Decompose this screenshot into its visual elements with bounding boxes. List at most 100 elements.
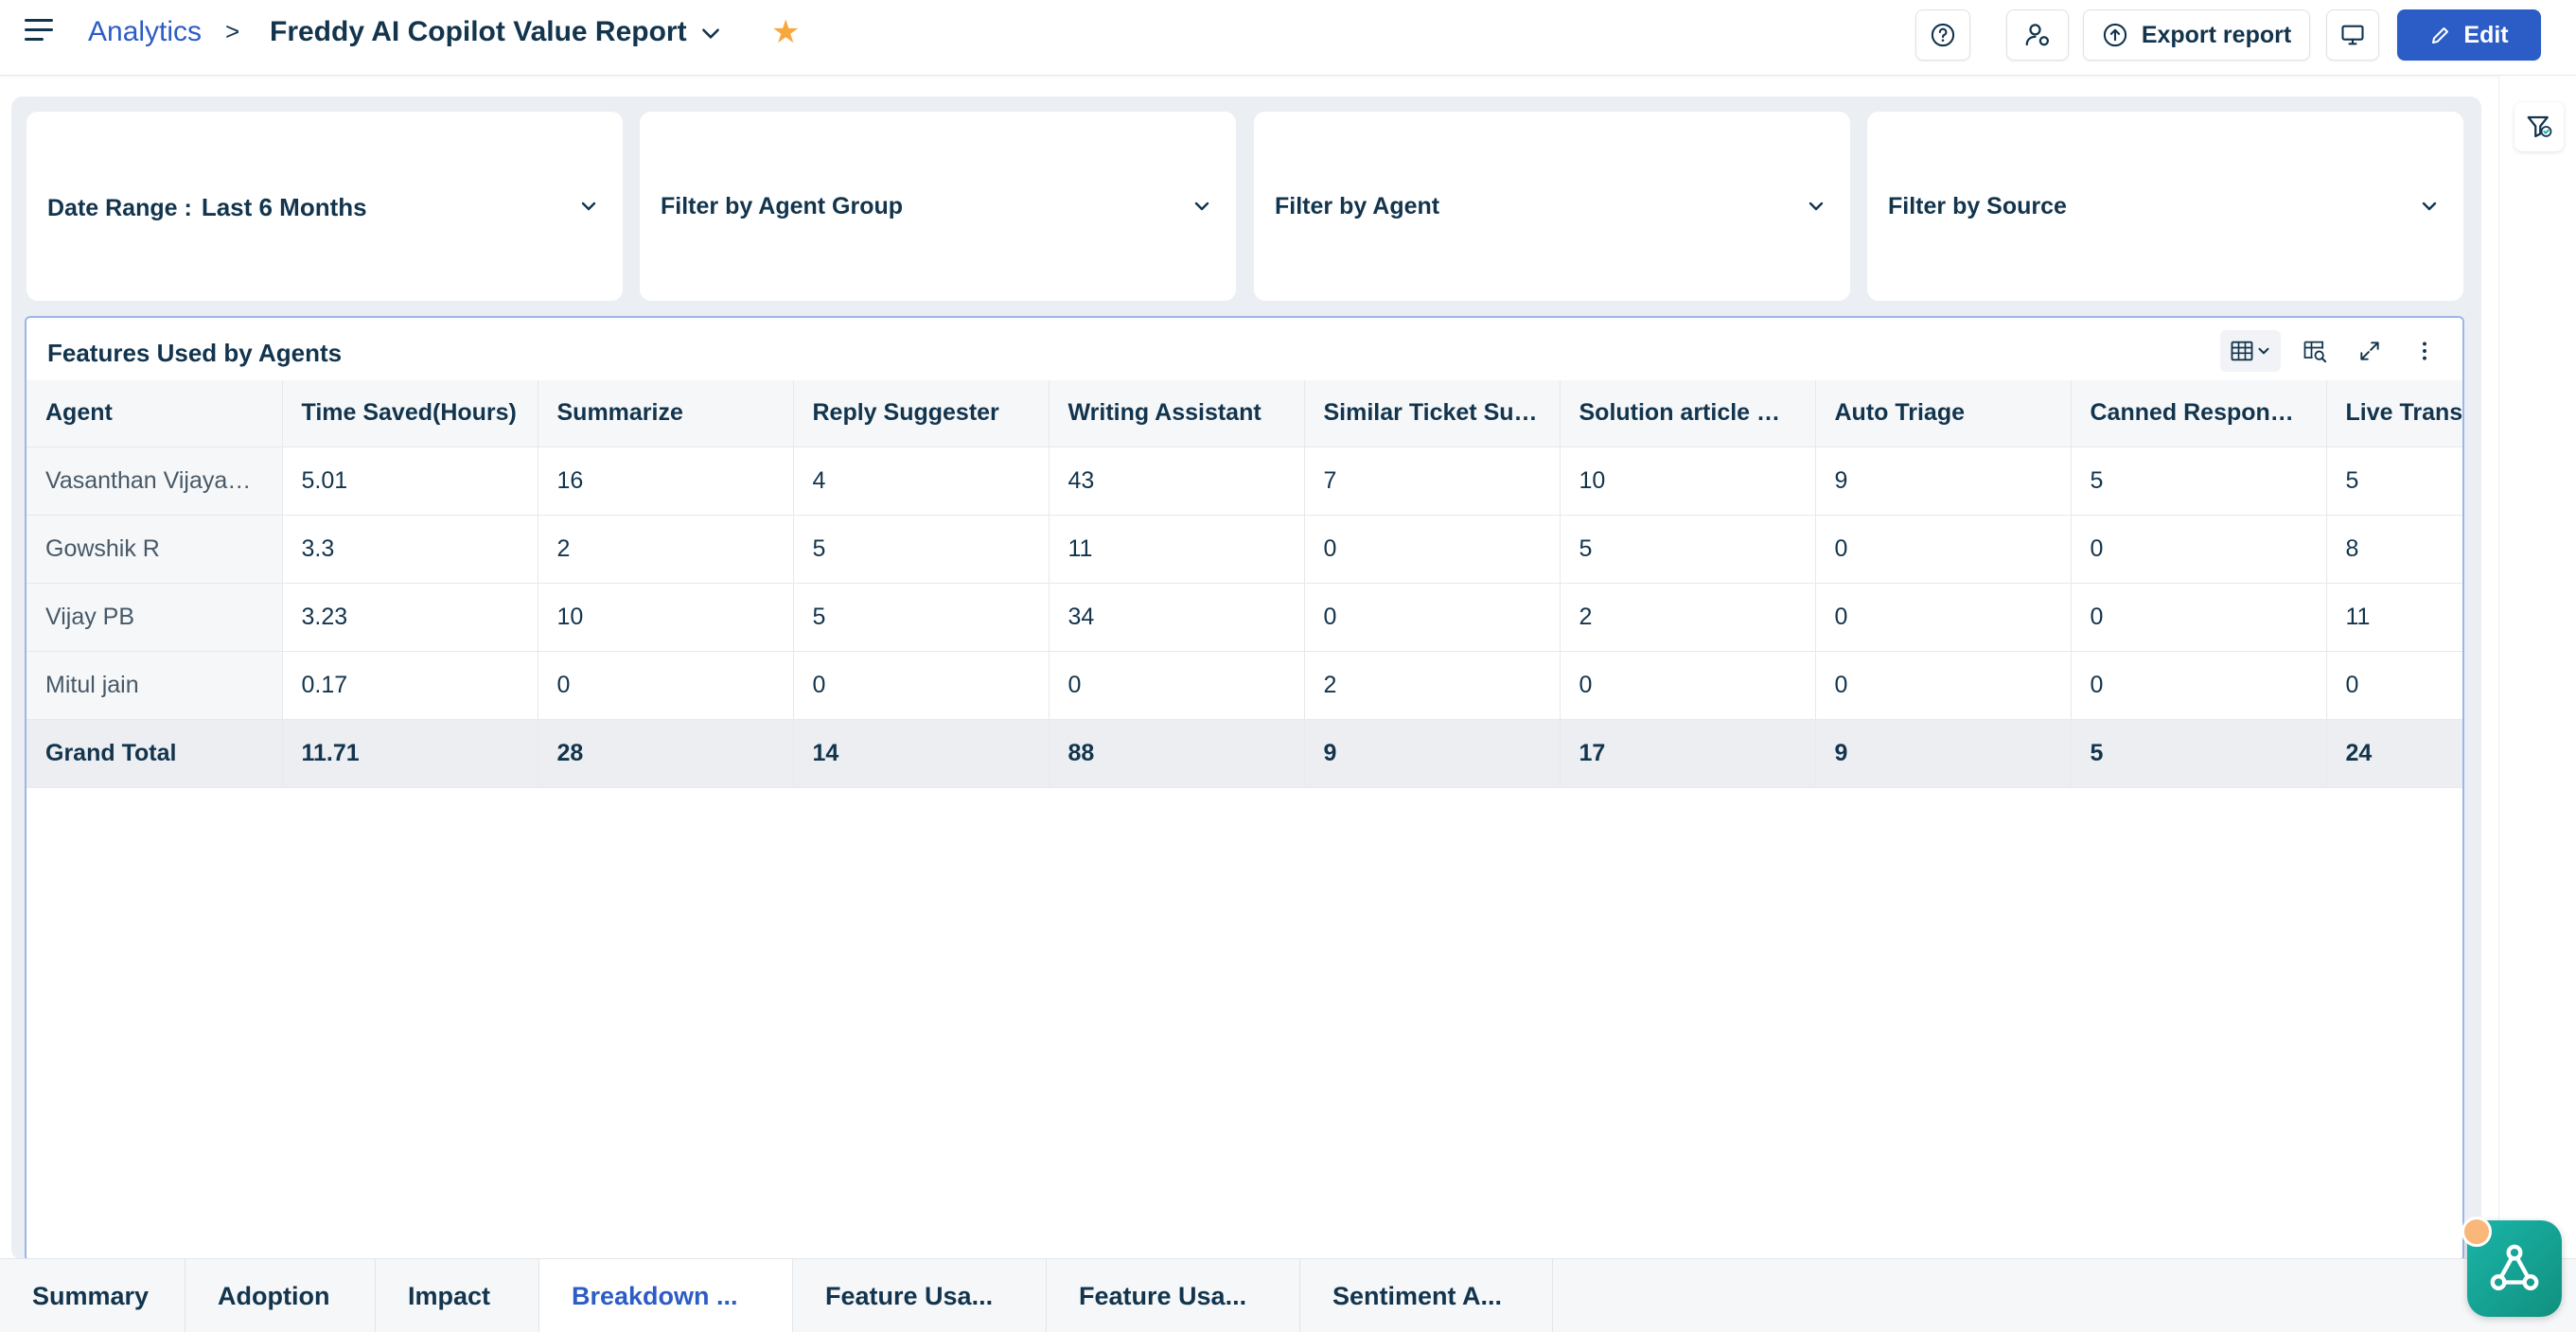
column-header[interactable]: Agent [26,380,283,447]
date-range-label: Date Range : [47,195,192,221]
table-cell-total: 88 [1049,719,1305,788]
table-cell-total: 5 [2071,719,2327,788]
share-access-button[interactable] [2006,9,2069,61]
monitor-icon [2341,25,2364,45]
presentation-mode-button[interactable] [2326,9,2379,61]
table-cell-total: 9 [1815,719,2072,788]
upload-icon [2103,23,2126,47]
column-header[interactable]: Summarize [538,380,794,447]
user-settings-icon [2025,24,2050,46]
table-cell: 0 [1815,515,2072,584]
table-cell: 0 [1815,651,2072,720]
filter-panel-button[interactable] [2514,102,2564,151]
table-cell: 0.17 [282,651,538,720]
table-row: Vijay PB 3.23 10 5 34 0 2 0 0 11 [26,583,2462,652]
chevron-down-icon [2258,347,2269,355]
agent-group-filter[interactable]: Filter by Agent Group [640,112,1236,301]
tab-sentiment[interactable]: Sentiment A... [1300,1259,1553,1332]
table-grid-icon [2231,341,2253,361]
chevron-down-icon [581,202,596,211]
export-report-button[interactable]: Export report [2083,9,2310,61]
table-cell: 5 [2326,447,2462,516]
export-report-label: Export report [2141,21,2292,48]
source-filter-label: Filter by Source [1888,193,2067,219]
column-header[interactable]: Similar Ticket Sug... [1304,380,1561,447]
tab-summary[interactable]: Summary [0,1259,185,1332]
chevron-down-icon [2422,202,2437,211]
favorite-star-icon[interactable]: ★ [771,13,800,51]
column-header[interactable]: Solution article Su... [1560,380,1816,447]
table-cell-total: 9 [1304,719,1561,788]
grand-total-row: Grand Total 11.71 28 14 88 9 17 9 5 24 [26,719,2462,788]
table-cell: 5 [1560,515,1816,584]
table-cell: 5 [793,515,1050,584]
table-cell: 0 [2071,583,2327,652]
tab-breakdown[interactable]: Breakdown ... [539,1259,793,1332]
top-header: Analytics > Freddy AI Copilot Value Repo… [0,0,2576,76]
agent-group-filter-label: Filter by Agent Group [661,193,904,219]
table-cell-agent: Vasanthan Vijayaku... [26,447,283,516]
agent-filter[interactable]: Filter by Agent [1254,112,1850,301]
breadcrumb-analytics-link[interactable]: Analytics [88,16,202,48]
table-row: Gowshik R 3.3 2 5 11 0 5 0 0 8 [26,515,2462,584]
tab-feature-usage-2[interactable]: Feature Usa... [1047,1259,1300,1332]
freddy-logo-icon [2490,1244,2539,1290]
table-cell: 0 [793,651,1050,720]
help-button[interactable] [1915,9,1970,61]
column-header[interactable]: Canned Response... [2071,380,2327,447]
table-cell: 11 [2326,583,2462,652]
edit-button[interactable]: Edit [2397,9,2541,61]
table-cell: 5.01 [282,447,538,516]
tab-feature-usage-1[interactable]: Feature Usa... [793,1259,1047,1332]
features-used-widget: Features Used by Agents Agent Time Saved… [25,316,2464,1262]
table-cell: 0 [2326,651,2462,720]
table-cell: 34 [1049,583,1305,652]
table-cell: 10 [1560,447,1816,516]
table-cell: 0 [1304,583,1561,652]
table-row: Mitul jain 0.17 0 0 0 2 0 0 0 0 [26,651,2462,720]
menu-icon[interactable] [25,19,53,47]
tab-impact[interactable]: Impact [376,1259,539,1332]
vertical-dots-icon [2423,342,2426,360]
table-cell: 4 [793,447,1050,516]
breadcrumb-separator: > [225,17,240,45]
date-range-value: Last 6 Months [201,193,367,221]
chevron-down-icon[interactable] [698,21,723,45]
table-cell: 11 [1049,515,1305,584]
column-header[interactable]: Live Transl [2326,380,2462,447]
table-cell: 0 [2071,515,2327,584]
agent-filter-label: Filter by Agent [1275,193,1440,219]
view-data-button[interactable] [2294,330,2336,372]
features-table: Agent Time Saved(Hours) Summarize Reply … [26,380,2462,788]
column-header[interactable]: Time Saved(Hours) [282,380,538,447]
table-search-icon [2303,341,2327,363]
table-cell: 43 [1049,447,1305,516]
date-range-filter-text: Date Range : Last 6 Months [47,193,367,222]
source-filter[interactable]: Filter by Source [1867,112,2463,301]
notification-dot [2461,1217,2492,1247]
column-header[interactable]: Auto Triage [1815,380,2072,447]
more-options-button[interactable] [2404,330,2445,372]
table-cell: 2 [1304,651,1561,720]
table-row: Vasanthan Vijayaku... 5.01 16 4 43 7 10 … [26,447,2462,516]
tab-adoption[interactable]: Adoption [185,1259,376,1332]
date-range-filter[interactable]: Date Range : Last 6 Months [26,112,623,301]
expand-icon [2360,342,2379,360]
expand-widget-button[interactable] [2349,330,2391,372]
table-cell: 3.23 [282,583,538,652]
pencil-icon [2432,27,2449,44]
help-icon [1931,23,1955,47]
table-cell: 7 [1304,447,1561,516]
chevron-down-icon [1194,202,1209,211]
column-header[interactable]: Reply Suggester [793,380,1050,447]
visualization-type-button[interactable] [2220,330,2281,372]
table-cell: 0 [1049,651,1305,720]
right-rail [2498,76,2576,1260]
table-cell: 3.3 [282,515,538,584]
table-cell: 10 [538,583,794,652]
table-cell: 2 [1560,583,1816,652]
table-cell-total: 17 [1560,719,1816,788]
table-cell: 0 [1304,515,1561,584]
widget-title: Features Used by Agents [47,339,343,367]
column-header[interactable]: Writing Assistant [1049,380,1305,447]
